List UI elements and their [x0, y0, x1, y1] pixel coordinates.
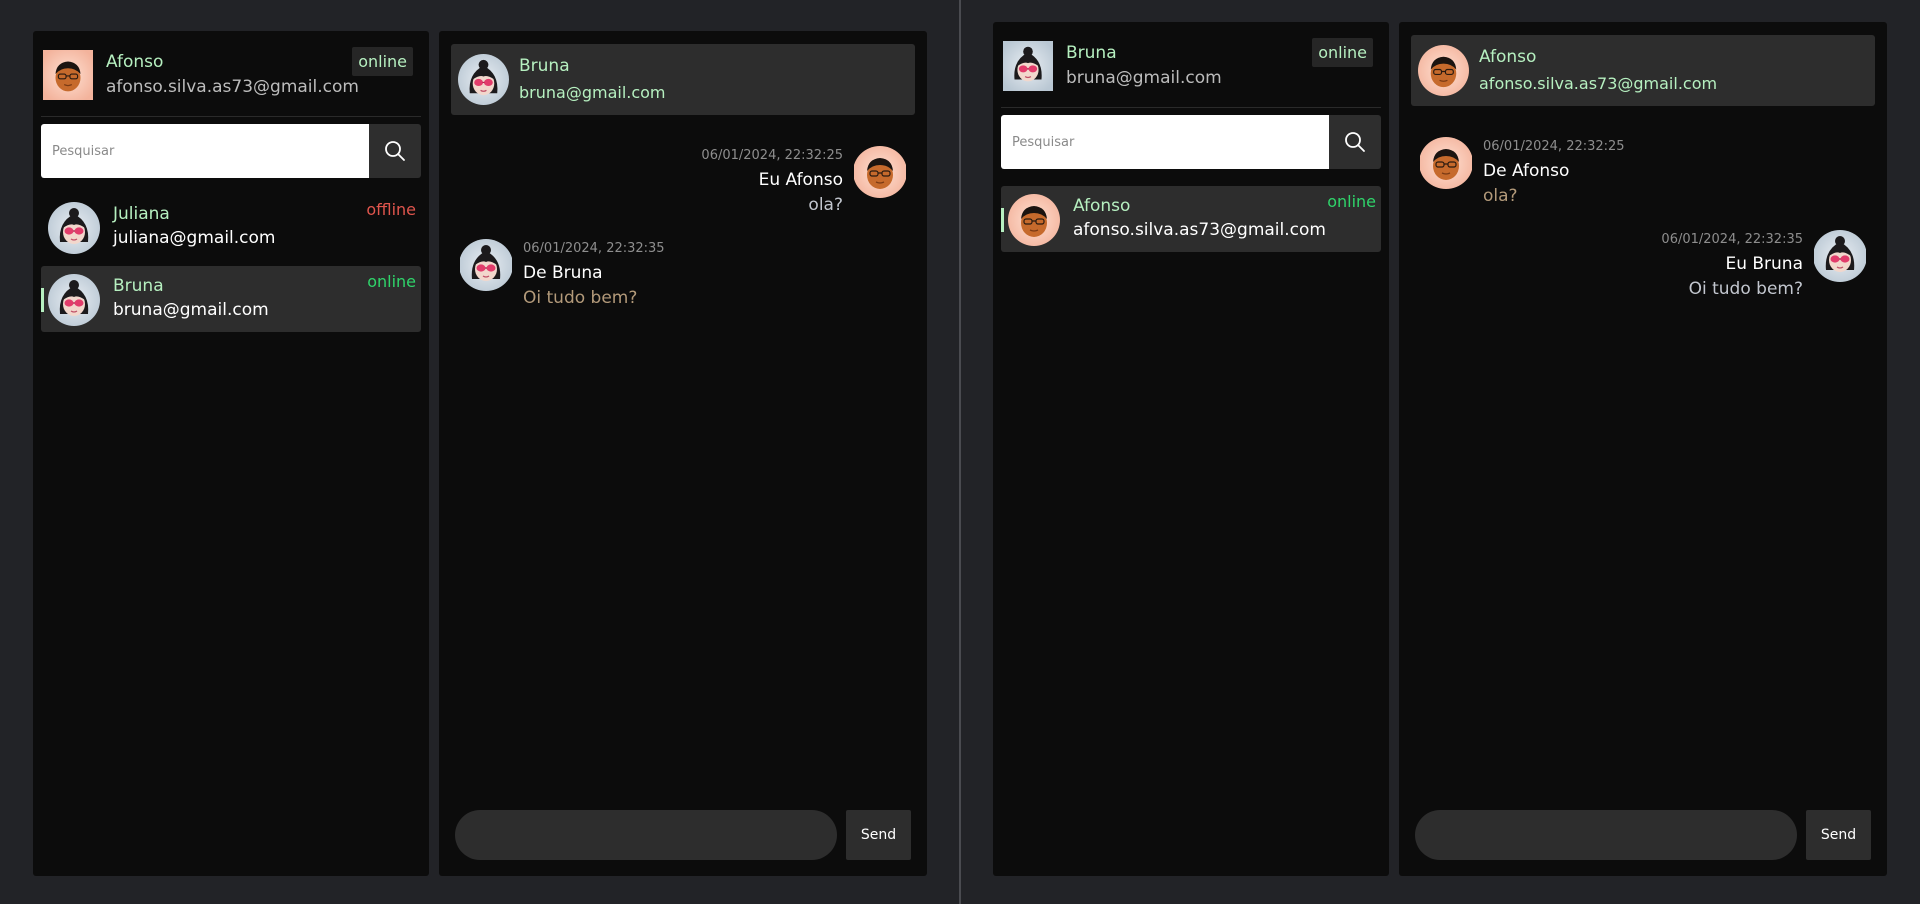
search-bar [41, 124, 421, 178]
left-app-window: Afonso afonso.silva.as73@gmail.com onlin… [0, 0, 959, 904]
message-time: 06/01/2024, 22:32:35 [1661, 232, 1803, 247]
sidebar: Afonso afonso.silva.as73@gmail.com onlin… [33, 31, 429, 876]
message-text: ola? [1483, 186, 1518, 206]
girl-avatar-icon [1813, 230, 1867, 282]
message-sent: 06/01/2024, 22:32:25 Eu Afonso ola? [439, 146, 927, 216]
contact-email: juliana@gmail.com [113, 228, 276, 248]
current-user-email: afonso.silva.as73@gmail.com [106, 77, 359, 97]
girl-avatar-icon [459, 239, 513, 291]
search-icon [1343, 130, 1367, 154]
contact-name: Afonso [1073, 196, 1131, 216]
contact-email: bruna@gmail.com [113, 300, 269, 320]
send-button[interactable]: Send [846, 810, 911, 860]
message-input[interactable] [1415, 810, 1797, 860]
current-user-email: bruna@gmail.com [1066, 68, 1222, 88]
chat-header-name: Afonso [1479, 47, 1537, 67]
contact-item-afonso[interactable]: Afonso afonso.silva.as73@gmail.com onlin… [1001, 186, 1381, 252]
current-user-card: Afonso afonso.silva.as73@gmail.com onlin… [41, 37, 421, 117]
message-text: Oi tudo bem? [1688, 279, 1803, 299]
girl-avatar-icon [48, 274, 100, 326]
send-button[interactable]: Send [1806, 810, 1871, 860]
current-user-card: Bruna bruna@gmail.com online [1001, 28, 1381, 108]
chat-header-email: bruna@gmail.com [519, 83, 666, 102]
active-indicator [41, 288, 44, 312]
chat-header-name: Bruna [519, 56, 570, 76]
message-author: Eu Afonso [758, 170, 843, 190]
message-composer: Send [455, 810, 911, 860]
contact-name: Juliana [113, 204, 170, 224]
right-app-window: Bruna bruna@gmail.com online Afonso afon… [961, 0, 1920, 904]
boy-avatar-icon [1419, 137, 1473, 189]
contact-email: afonso.silva.as73@gmail.com [1073, 220, 1326, 240]
search-bar [1001, 115, 1381, 169]
contact-item-bruna[interactable]: Bruna bruna@gmail.com online [41, 266, 421, 332]
chat-panel: Bruna bruna@gmail.com 06/01/2024, 22:32:… [439, 31, 927, 876]
girl-avatar-icon [458, 54, 509, 105]
message-author: De Afonso [1483, 161, 1570, 181]
sidebar: Bruna bruna@gmail.com online Afonso afon… [993, 22, 1389, 876]
message-text: Oi tudo bem? [523, 288, 638, 308]
current-user-status: online [352, 47, 413, 76]
message-sent: 06/01/2024, 22:32:35 Eu Bruna Oi tudo be… [1399, 230, 1887, 300]
contact-status: online [367, 272, 416, 291]
message-time: 06/01/2024, 22:32:25 [701, 148, 843, 163]
message-received: 06/01/2024, 22:32:35 De Bruna Oi tudo be… [439, 239, 927, 309]
message-received: 06/01/2024, 22:32:25 De Afonso ola? [1399, 137, 1887, 207]
message-time: 06/01/2024, 22:32:35 [523, 241, 665, 256]
contact-status: online [1327, 192, 1376, 211]
girl-avatar-icon [48, 202, 100, 254]
contact-status: offline [366, 200, 416, 219]
search-input[interactable] [41, 124, 369, 178]
search-input[interactable] [1001, 115, 1329, 169]
current-user-status: online [1312, 38, 1373, 67]
search-button[interactable] [369, 124, 421, 178]
message-input[interactable] [455, 810, 837, 860]
current-user-name: Bruna [1066, 43, 1117, 63]
contact-name: Bruna [113, 276, 164, 296]
chat-panel: Afonso afonso.silva.as73@gmail.com 06/01… [1399, 22, 1887, 876]
contact-item-juliana[interactable]: Juliana juliana@gmail.com offline [41, 194, 421, 260]
message-time: 06/01/2024, 22:32:25 [1483, 139, 1625, 154]
girl-avatar-icon [1001, 41, 1055, 91]
message-composer: Send [1415, 810, 1871, 860]
boy-avatar-icon [853, 146, 907, 198]
message-text: ola? [808, 195, 843, 215]
boy-avatar-icon [1008, 194, 1060, 246]
search-button[interactable] [1329, 115, 1381, 169]
current-user-name: Afonso [106, 52, 164, 72]
chat-header: Afonso afonso.silva.as73@gmail.com [1411, 35, 1875, 106]
message-author: Eu Bruna [1725, 254, 1803, 274]
boy-avatar-icon [41, 50, 95, 100]
chat-header-email: afonso.silva.as73@gmail.com [1479, 74, 1718, 93]
boy-avatar-icon [1418, 45, 1469, 96]
message-author: De Bruna [523, 263, 603, 283]
active-indicator [1001, 208, 1004, 232]
chat-header: Bruna bruna@gmail.com [451, 44, 915, 115]
search-icon [383, 139, 407, 163]
